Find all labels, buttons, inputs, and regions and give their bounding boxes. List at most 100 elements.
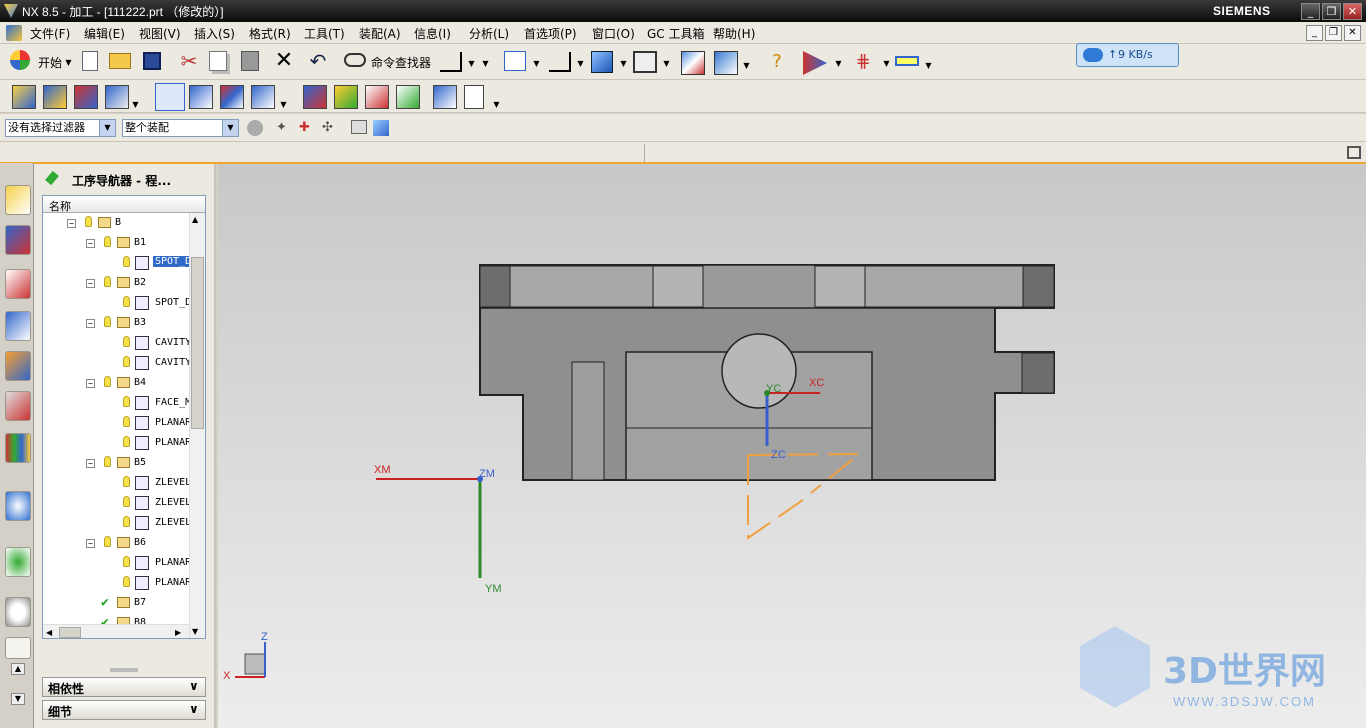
view-dropdown-icon[interactable]: ▼: [279, 100, 288, 109]
background-icon[interactable]: [633, 51, 657, 73]
menu-assembly[interactable]: 装配(A): [359, 25, 401, 42]
dependencies-panel[interactable]: 相依性 ∨: [42, 677, 206, 697]
tree-row-b[interactable]: − B: [43, 213, 189, 233]
shaded-cube-icon[interactable]: [591, 51, 613, 73]
operations-dropdown-icon[interactable]: ▼: [492, 100, 501, 109]
machine-tool-view-icon[interactable]: [189, 85, 213, 109]
history-tab-icon[interactable]: [5, 597, 31, 627]
chevron-down-icon[interactable]: ▼: [222, 120, 238, 136]
horizontal-scroll-thumb[interactable]: [59, 627, 81, 638]
render-dropdown-icon[interactable]: ▼: [619, 59, 628, 68]
details-panel[interactable]: 细节 ∨: [42, 700, 206, 720]
collapse-icon[interactable]: −: [67, 219, 76, 228]
tree-row-op[interactable]: ZLEVEL: [43, 513, 191, 533]
select-solid-icon[interactable]: [373, 120, 389, 136]
machine-navigator-tab-icon[interactable]: [5, 351, 31, 381]
command-finder-icon[interactable]: [344, 53, 366, 67]
menu-analysis[interactable]: 分析(L): [469, 25, 509, 42]
scroll-right-icon[interactable]: ▶: [175, 628, 181, 637]
menu-help[interactable]: 帮助(H): [713, 25, 755, 42]
snap-point-icon[interactable]: ✦: [276, 120, 292, 136]
tree-row-b6[interactable]: − B6: [43, 533, 189, 553]
menu-edit[interactable]: 编辑(E): [84, 25, 125, 42]
tree-row-op[interactable]: PLANAR: [43, 433, 191, 453]
snap-mid-icon[interactable]: ✣: [322, 120, 338, 136]
tree-row-b3[interactable]: − B3: [43, 313, 189, 333]
wireframe-dropdown-icon[interactable]: ▼: [576, 59, 585, 68]
column-header-name[interactable]: 名称: [49, 198, 71, 214]
tree-row-op[interactable]: ZLEVEL: [43, 473, 191, 493]
menu-gc-toolkit[interactable]: GC 工具箱: [647, 25, 705, 42]
collapse-icon[interactable]: −: [86, 459, 95, 468]
collapse-icon[interactable]: −: [86, 319, 95, 328]
scroll-up-icon[interactable]: ▲: [11, 663, 25, 675]
create-method-icon[interactable]: [105, 85, 129, 109]
tree-row-op[interactable]: FACE_M: [43, 393, 191, 413]
toolpath-icon[interactable]: ⋕: [851, 51, 875, 75]
create-geometry-icon[interactable]: [74, 85, 98, 109]
collapse-icon[interactable]: −: [86, 279, 95, 288]
geometry-view-icon[interactable]: [220, 85, 244, 109]
fit-dropdown-icon[interactable]: ▼: [532, 59, 541, 68]
part-navigator-tab-icon[interactable]: [5, 269, 31, 299]
menu-window[interactable]: 窗口(O): [592, 25, 635, 42]
new-file-icon[interactable]: [82, 51, 98, 71]
vertical-scrollbar[interactable]: ▲ ▼: [189, 213, 205, 638]
pin-icon[interactable]: [45, 170, 59, 186]
horizontal-scrollbar[interactable]: ◀ ▶: [43, 624, 189, 638]
chevron-down-icon[interactable]: ▼: [99, 120, 115, 136]
section-view-icon[interactable]: [714, 51, 738, 75]
program-order-view-icon[interactable]: [155, 83, 185, 111]
start-label[interactable]: 开始: [38, 54, 62, 71]
start-icon[interactable]: [10, 50, 30, 70]
tree-row-b4[interactable]: − B4: [43, 373, 189, 393]
collapse-icon[interactable]: −: [86, 379, 95, 388]
menu-format[interactable]: 格式(R): [249, 25, 291, 42]
network-speed-widget[interactable]: ↑ 9 KB/s: [1076, 43, 1179, 67]
scroll-thumb[interactable]: [191, 257, 204, 429]
tree-row-b1[interactable]: − B1: [43, 233, 189, 253]
snap-settings-icon[interactable]: [247, 120, 263, 136]
doc-minimize-button[interactable]: _: [1306, 25, 1323, 41]
select-body-icon[interactable]: [351, 120, 367, 134]
tree-row-op[interactable]: SPOT_D: [43, 253, 194, 273]
splitter-handle[interactable]: [110, 668, 138, 672]
create-tool-icon[interactable]: [43, 85, 67, 109]
open-folder-icon[interactable]: [109, 53, 131, 69]
tree-row-op[interactable]: ZLEVEL: [43, 493, 191, 513]
postprocess-icon[interactable]: [365, 85, 389, 109]
menu-view[interactable]: 视图(V): [139, 25, 181, 42]
info-tab-icon[interactable]: [5, 491, 31, 521]
measure-dropdown-icon[interactable]: ▼: [924, 61, 933, 70]
scroll-up-icon[interactable]: ▲: [192, 215, 198, 224]
orient-view-icon[interactable]: [681, 51, 705, 75]
doc-close-button[interactable]: ✕: [1344, 25, 1361, 41]
scroll-down-icon[interactable]: ▼: [11, 693, 25, 705]
full-screen-icon[interactable]: [1347, 146, 1361, 159]
line-style-icon[interactable]: [440, 52, 462, 72]
chevron-down-icon[interactable]: ∨: [189, 702, 199, 716]
collapse-icon[interactable]: −: [86, 239, 95, 248]
line-style-dropdown-icon[interactable]: ▼: [467, 59, 476, 68]
scroll-down-icon[interactable]: ▼: [192, 627, 198, 636]
menu-preferences[interactable]: 首选项(P): [524, 25, 577, 42]
tree-row-b7[interactable]: ✔ B7: [43, 593, 189, 613]
app-menu-icon[interactable]: [6, 25, 22, 41]
generate-toolpath-icon[interactable]: [303, 85, 327, 109]
tree-row-op[interactable]: PLANAR: [43, 413, 191, 433]
save-icon[interactable]: [143, 52, 161, 70]
constraint-navigator-tab-icon[interactable]: [5, 225, 31, 255]
snap-end-icon[interactable]: ✚: [299, 120, 315, 136]
tree-row-op[interactable]: SPOT_D: [43, 293, 191, 313]
library-tab-icon[interactable]: [5, 433, 31, 463]
minimize-button[interactable]: _: [1301, 3, 1320, 20]
chevron-down-icon[interactable]: ∨: [189, 679, 199, 693]
collapse-icon[interactable]: −: [86, 539, 95, 548]
list-operations-icon[interactable]: [464, 85, 484, 109]
shop-doc-icon[interactable]: [396, 85, 420, 109]
reuse-library-tab-icon[interactable]: [5, 391, 31, 421]
cut-icon[interactable]: ✂: [177, 50, 201, 74]
tree-row-b5[interactable]: − B5: [43, 453, 189, 473]
operation-navigator-tab-icon[interactable]: [5, 311, 31, 341]
create-dropdown-icon[interactable]: ▼: [131, 100, 140, 109]
